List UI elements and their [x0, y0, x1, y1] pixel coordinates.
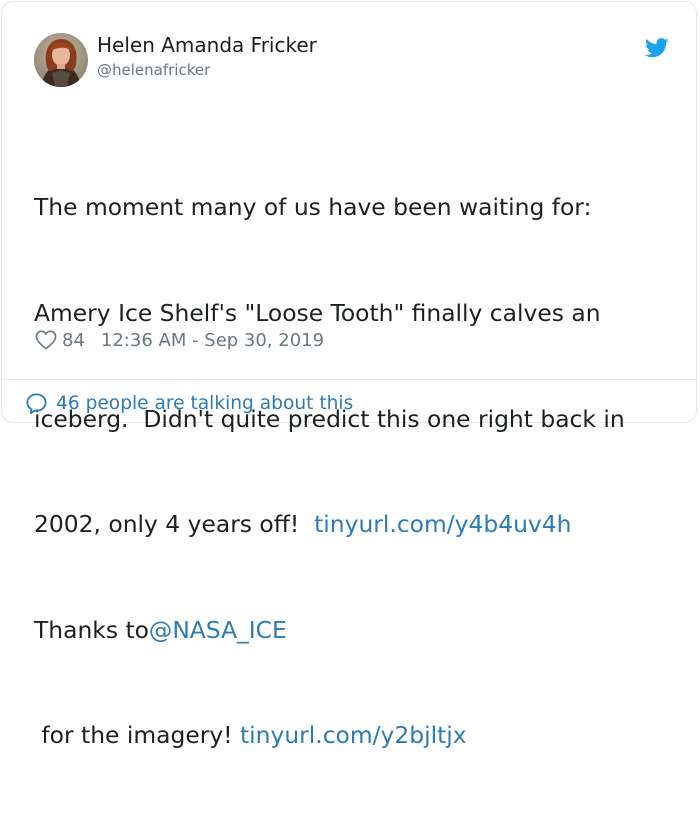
author-handle[interactable]: @helenafricker: [97, 61, 210, 79]
speech-bubble-icon: [26, 392, 47, 414]
conversation-text[interactable]: 46 people are talking about this: [56, 393, 353, 414]
tweet-text: The moment many of us have been waiting …: [34, 120, 674, 824]
tweet-text-line: for the imagery! tinyurl.com/y2bjltjx: [34, 718, 674, 753]
mention-link[interactable]: @NASA_ICE: [149, 616, 287, 644]
tweet-meta: 84 12:36 AM - Sep 30, 2019: [35, 327, 324, 353]
twitter-bird-icon[interactable]: [644, 38, 669, 58]
conversation-link[interactable]: 46 people are talking about this: [25, 389, 353, 417]
avatar[interactable]: [34, 33, 88, 87]
tweet-text-line: 2002, only 4 years off! tinyurl.com/y4b4…: [34, 507, 674, 542]
like-count[interactable]: 84: [62, 330, 85, 351]
tweet-text-segment: Thanks to: [34, 615, 149, 644]
tweet-link[interactable]: tinyurl.com/y4b4uv4h: [314, 510, 571, 538]
divider: [2, 379, 696, 380]
tweet-text-segment: 2002, only 4 years off!: [34, 510, 315, 539]
tweet-text-line: Amery Ice Shelf's "Loose Tooth" finally …: [34, 299, 601, 327]
avatar-photo-icon: [34, 33, 88, 87]
tweet-timestamp[interactable]: 12:36 AM - Sep 30, 2019: [101, 330, 324, 351]
tweet-text-line: The moment many of us have been waiting …: [34, 193, 592, 222]
tweet-card: Helen Amanda Fricker @helenafricker The …: [1, 1, 697, 749]
tweet-link[interactable]: tinyurl.com/y2bjltjx: [240, 721, 467, 749]
heart-icon[interactable]: [35, 330, 57, 350]
tweet-text-segment: for the imagery!: [34, 721, 240, 750]
author-display-name[interactable]: Helen Amanda Fricker: [97, 33, 317, 57]
tweet-text-line: Thanks to@NASA_ICE: [34, 613, 674, 648]
